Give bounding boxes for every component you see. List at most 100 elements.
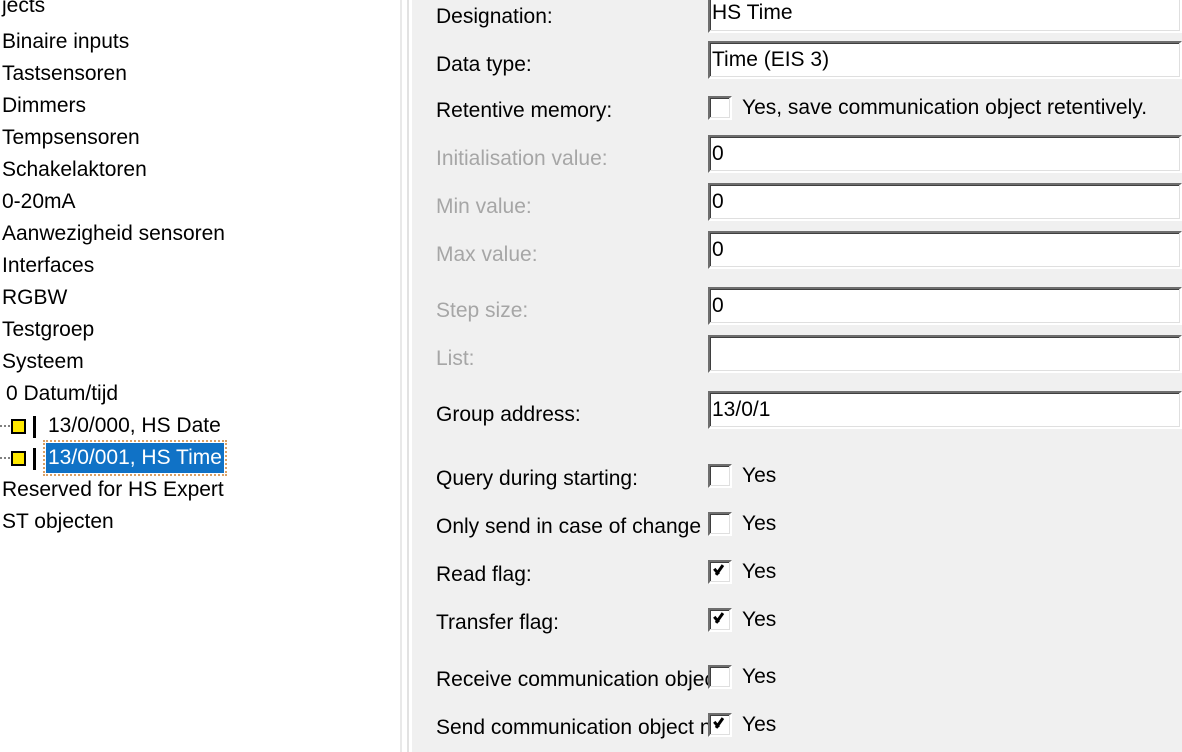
check-icon: [713, 715, 727, 731]
tree-connector-icon: [0, 425, 11, 428]
communication-object-icon[interactable]: [11, 419, 26, 435]
form-row: Only send in case of change Yes: [412, 503, 1182, 551]
form-text-input: 0: [708, 135, 1182, 173]
tree-item-label: Aanwezigheid sensoren: [2, 222, 225, 246]
object-properties-window: jects Binaire inputs Tastsensoren Dimmers Te…: [0, 0, 1182, 752]
tree-item-label: Binaire inputs: [2, 30, 130, 54]
form-row-label: Step size:: [436, 299, 529, 322]
form-row-label: Designation:: [436, 5, 553, 28]
form-row: List:: [412, 335, 1182, 383]
form-checkbox[interactable]: [708, 713, 732, 737]
tree-item-label: Schakelaktoren: [2, 158, 147, 182]
form-row-label: Initialisation value:: [436, 147, 608, 170]
form-text-input: [708, 335, 1182, 373]
form-row-label: Group address:: [436, 403, 581, 426]
object-tree-panel[interactable]: jects Binaire inputs Tastsensoren Dimmers Te…: [0, 0, 398, 752]
tree-item-label: jects: [2, 0, 46, 18]
form-checkbox[interactable]: [708, 464, 732, 488]
splitter-line-right: [407, 0, 409, 752]
form-checkbox-label: Yes: [742, 608, 777, 631]
form-row-label: Max value:: [436, 243, 538, 266]
tree-item-label: Dimmers: [2, 94, 86, 118]
tree-item[interactable]: Tempsensoren: [0, 122, 142, 154]
tree-item[interactable]: Interfaces: [0, 250, 96, 282]
tree-item[interactable]: Reserved for HS Expert: [0, 474, 226, 506]
object-properties-form: Designation: HS Time Data type: Time (EIS 3…: [412, 0, 1182, 752]
form-row-label: Min value:: [436, 195, 532, 218]
tree-item-label: 13/0/000, HS Date: [48, 414, 221, 438]
form-row-label: Only send in case of change: [436, 515, 702, 538]
tree-item-label: RGBW: [2, 286, 68, 310]
form-checkbox[interactable]: [708, 96, 732, 120]
tree-item-label: 13/0/001, HS Time: [43, 440, 227, 477]
form-row: Retentive memory: Yes, save communication…: [412, 87, 1182, 135]
form-checkbox-label: Yes: [742, 713, 777, 736]
form-row: Send communication object no Yes: [412, 704, 1182, 752]
form-row: Initialisation value: 0: [412, 135, 1182, 183]
tree-item[interactable]: Testgroep: [0, 314, 96, 346]
form-row-label: Send communication object no: [436, 716, 716, 739]
tree-pipe-icon: [33, 448, 36, 471]
form-row: Transfer flag: Yes: [412, 599, 1182, 647]
tree-item-gutter: [0, 442, 46, 474]
communication-object-icon[interactable]: [11, 451, 26, 467]
form-checkbox[interactable]: [708, 665, 732, 689]
tree-item-label: Tempsensoren: [2, 126, 140, 150]
form-row: Min value: 0: [412, 183, 1182, 231]
form-row: Step size: 0: [412, 287, 1182, 335]
form-text-input: 0: [708, 183, 1182, 221]
form-text-input[interactable]: Time (EIS 3): [708, 41, 1182, 79]
form-checkbox-label: Yes: [742, 560, 777, 583]
tree-item[interactable]: ST objecten: [0, 506, 116, 538]
check-icon: [713, 562, 727, 578]
tree-item[interactable]: jects: [0, 0, 47, 22]
form-row: Read flag: Yes: [412, 551, 1182, 599]
form-row-label: Data type:: [436, 53, 532, 76]
form-checkbox-label: Yes: [742, 512, 777, 535]
form-text-input[interactable]: HS Time: [708, 0, 1182, 33]
tree-item-label: Systeem: [2, 350, 84, 374]
form-text-input: 0: [708, 231, 1182, 269]
form-row: Designation: HS Time: [412, 0, 1182, 41]
tree-item[interactable]: Aanwezigheid sensoren: [0, 218, 227, 250]
form-row: Receive communication object Yes: [412, 656, 1182, 704]
form-row: Max value: 0: [412, 231, 1182, 279]
form-text-input: 0: [708, 287, 1182, 325]
tree-item-gutter: [0, 410, 46, 442]
tree-pipe-icon: [33, 416, 36, 439]
tree-item[interactable]: Tastsensoren: [0, 58, 129, 90]
tree-item[interactable]: 0-20mA: [0, 186, 78, 218]
form-row-label: Transfer flag:: [436, 611, 559, 634]
form-row-label: List:: [436, 347, 475, 370]
tree-item-label: ST objecten: [2, 510, 114, 534]
tree-item[interactable]: Systeem: [0, 346, 86, 378]
tree-item-label: Reserved for HS Expert: [2, 478, 224, 502]
form-row: Data type: Time (EIS 3): [412, 41, 1182, 89]
tree-item[interactable]: Schakelaktoren: [0, 154, 149, 186]
form-checkbox-label: Yes: [742, 464, 777, 487]
tree-connector-icon: [0, 457, 11, 460]
tree-item-label: 0 Datum/tijd: [6, 382, 119, 406]
form-row-label: Query during starting:: [436, 467, 638, 490]
tree-item[interactable]: 0 Datum/tijd: [0, 378, 120, 410]
panel-splitter[interactable]: [398, 0, 412, 752]
tree-item-label: Interfaces: [2, 254, 95, 278]
form-text-input[interactable]: 13/0/1: [708, 391, 1182, 429]
tree-item-label: Tastsensoren: [2, 62, 127, 86]
tree-item[interactable]: 13/0/000, HS Date: [0, 410, 223, 442]
form-row: Query during starting: Yes: [412, 455, 1182, 503]
tree-item[interactable]: 13/0/001, HS Time: [0, 440, 227, 477]
form-checkbox-label: Yes: [742, 665, 777, 688]
tree-item[interactable]: Binaire inputs: [0, 26, 131, 58]
form-row-label: Retentive memory:: [436, 99, 613, 122]
form-checkbox[interactable]: [708, 560, 732, 584]
form-row-label: Receive communication object: [436, 668, 718, 691]
tree-item[interactable]: Dimmers: [0, 90, 88, 122]
tree-item[interactable]: RGBW: [0, 282, 69, 314]
form-checkbox[interactable]: [708, 512, 732, 536]
tree-item-label: Testgroep: [2, 318, 95, 342]
splitter-line-left: [400, 0, 402, 752]
form-checkbox[interactable]: [708, 608, 732, 632]
form-row-label: Read flag:: [436, 563, 532, 586]
check-icon: [713, 610, 727, 626]
